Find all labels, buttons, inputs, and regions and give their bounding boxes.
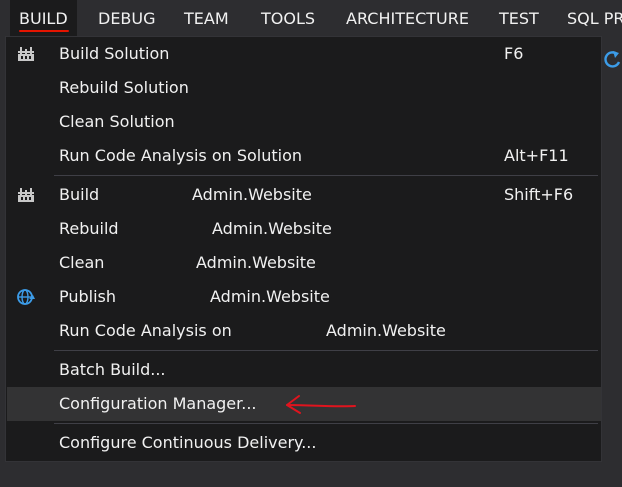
menu-item-publish[interactable]: Publish Admin.Website	[7, 280, 601, 314]
menu-separator	[54, 423, 598, 424]
menu-item-label: Run Code Analysis on	[59, 321, 232, 340]
menu-item-label: Build Solution	[59, 44, 170, 63]
menu-separator	[54, 350, 598, 351]
menu-item-label: Rebuild Solution	[59, 78, 189, 97]
build-icon	[18, 47, 34, 61]
menu-bar: BUILD DEBUG TEAM TOOLS ARCHITECTURE TEST…	[0, 0, 622, 37]
project-name: Admin.Website	[210, 287, 330, 306]
menu-item-label: Configuration Manager...	[59, 394, 257, 413]
annotation-arrow-icon	[286, 395, 356, 414]
menu-item-batch-build[interactable]: Batch Build...	[7, 353, 601, 387]
menu-item-configure-continuous-delivery[interactable]: Configure Continuous Delivery...	[7, 426, 601, 460]
menu-item-label: Configure Continuous Delivery...	[59, 433, 317, 452]
menu-test[interactable]: TEST	[499, 0, 539, 37]
menu-architecture[interactable]: ARCHITECTURE	[346, 0, 469, 37]
menu-item-label: Clean Solution	[59, 112, 175, 131]
menu-item-label: Build	[59, 185, 100, 204]
vs-window: BUILD DEBUG TEAM TOOLS ARCHITECTURE TEST…	[0, 0, 622, 487]
menu-item-rebuild-solution[interactable]: Rebuild Solution	[7, 71, 601, 105]
shortcut-text: Shift+F6	[504, 185, 574, 204]
project-name: Admin.Website	[196, 253, 316, 272]
menu-separator	[54, 175, 598, 176]
menu-item-build[interactable]: Build Admin.Website Shift+F6	[7, 178, 601, 212]
menu-item-label: Batch Build...	[59, 360, 166, 379]
menu-item-run-code-analysis-solution[interactable]: Run Code Analysis on Solution Alt+F11	[7, 139, 601, 173]
shortcut-text: Alt+F11	[504, 146, 569, 165]
menu-item-run-code-analysis[interactable]: Run Code Analysis on Admin.Website	[7, 314, 601, 348]
menu-item-rebuild[interactable]: Rebuild Admin.Website	[7, 212, 601, 246]
menu-item-clean[interactable]: Clean Admin.Website	[7, 246, 601, 280]
menu-tools[interactable]: TOOLS	[261, 0, 315, 37]
menu-team[interactable]: TEAM	[184, 0, 229, 37]
menu-sql[interactable]: SQL PR	[567, 0, 622, 37]
menu-item-build-solution[interactable]: Build Solution F6	[7, 37, 601, 71]
menu-item-label: Run Code Analysis on Solution	[59, 146, 303, 165]
menu-debug[interactable]: DEBUG	[98, 0, 156, 37]
project-name: Admin.Website	[192, 185, 312, 204]
project-name: Admin.Website	[212, 219, 332, 238]
globe-publish-icon	[17, 289, 35, 305]
menu-item-label: Clean	[59, 253, 105, 272]
active-menu-underline	[19, 30, 69, 32]
project-name: Admin.Website	[326, 321, 446, 340]
shortcut-text: F6	[504, 44, 524, 63]
menu-item-label: Publish	[59, 287, 117, 306]
menu-item-clean-solution[interactable]: Clean Solution	[7, 105, 601, 139]
refresh-icon[interactable]	[602, 49, 622, 71]
build-icon	[18, 188, 34, 202]
menu-item-label: Rebuild	[59, 219, 119, 238]
